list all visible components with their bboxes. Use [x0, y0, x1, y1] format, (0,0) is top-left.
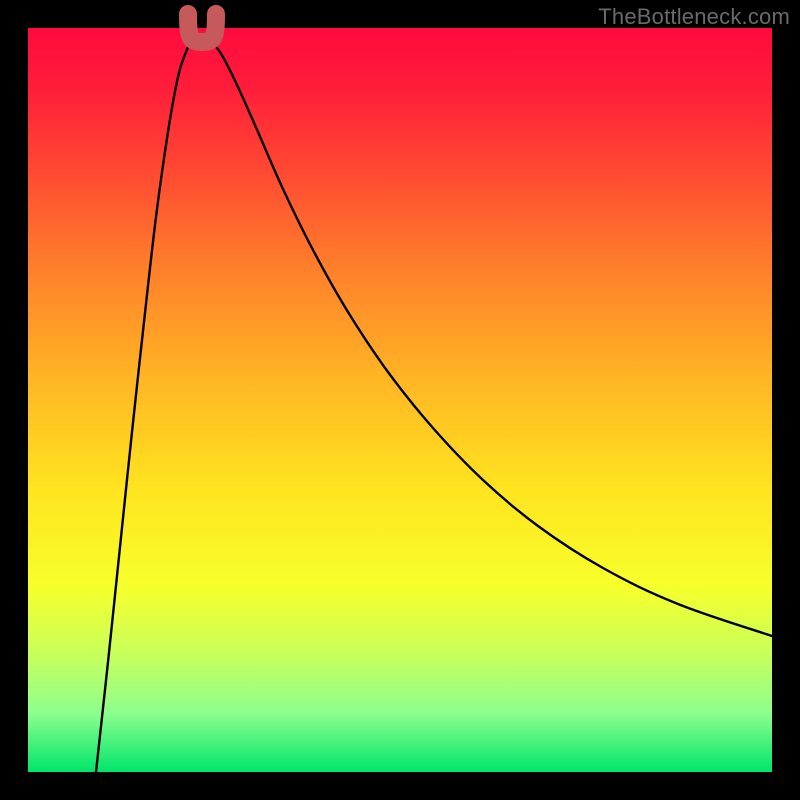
plot-area	[28, 28, 772, 772]
watermark-text: TheBottleneck.com	[598, 4, 790, 30]
right-branch-curve	[214, 44, 772, 636]
left-branch-curve	[96, 44, 190, 772]
curve-layer	[28, 28, 772, 772]
u-marker	[188, 14, 216, 42]
